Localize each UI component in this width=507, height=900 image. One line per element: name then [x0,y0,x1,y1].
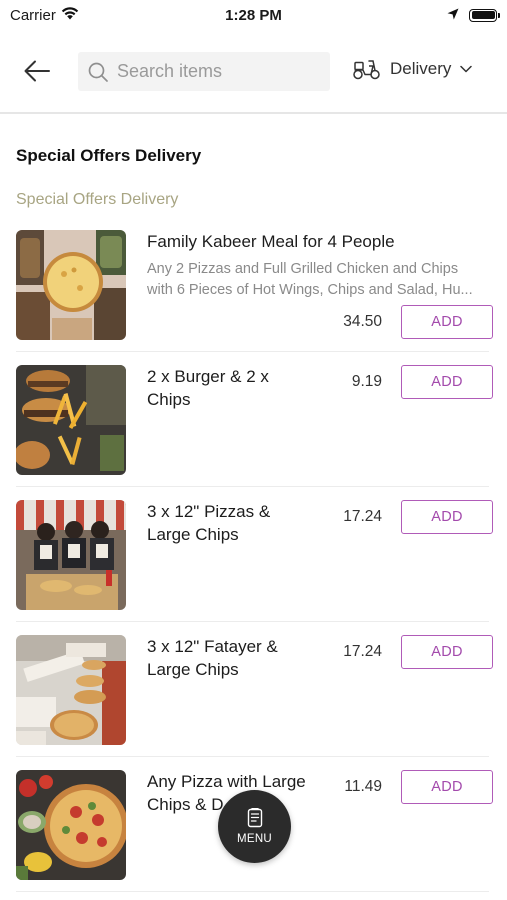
menu-item[interactable]: 3 x 12" Pizzas & Large Chips 17.24 ADD [0,487,507,622]
delivery-mode-label: Delivery [390,59,452,78]
item-photo [16,500,126,610]
add-button[interactable]: ADD [401,500,493,534]
carrier-label: Carrier [10,6,56,24]
status-right [327,7,500,24]
item-name: 2 x Burger & 2 x Chips [147,367,269,409]
item-photo [16,230,126,340]
menu-button[interactable]: MENU [218,790,291,863]
subsection-title: Special Offers Delivery [16,191,179,208]
search-icon [88,62,108,82]
status-time: 1:28 PM [225,6,282,24]
back-button[interactable] [22,57,52,85]
search-placeholder: Search items [117,61,223,81]
item-price: 9.19 [351,373,382,390]
item-photo [16,365,126,475]
menu-book-icon [247,808,262,828]
item-name: Family Kabeer Meal for 4 People [147,232,395,251]
add-button[interactable]: ADD [401,635,493,669]
delivery-mode-selector[interactable]: Delivery [352,58,473,80]
add-button[interactable]: ADD [401,365,493,399]
item-price: 17.24 [343,643,382,660]
menu-item[interactable]: 2 x Burger & 2 x Chips 9.19 ADD [0,352,507,487]
wifi-icon [61,6,79,24]
add-button[interactable]: ADD [401,305,493,339]
section-title: Special Offers Delivery [16,146,202,165]
chevron-down-icon [460,65,473,73]
status-left: Carrier [10,7,180,24]
item-name: 3 x 12" Pizzas & Large Chips [147,502,271,544]
menu-item[interactable]: Family Kabeer Meal for 4 People Any 2 Pi… [0,217,507,352]
search-input[interactable]: Search items [78,52,330,91]
item-photo [16,770,126,880]
menu-item[interactable]: 3 x 12" Fatayer & Large Chips 17.24 ADD [0,622,507,757]
menu-button-label: MENU [236,833,273,845]
battery-icon [469,8,500,22]
item-description: Any 2 Pizzas and Full Grilled Chicken an… [147,261,473,298]
divider [16,891,489,892]
item-price: 11.49 [344,778,382,795]
top-navigation-bar: Search items Delivery [0,30,507,114]
item-price: 34.50 [343,313,382,330]
scooter-icon [353,60,380,80]
item-price: 17.24 [343,508,382,525]
back-arrow-icon [24,60,50,82]
item-name: 3 x 12" Fatayer & Large Chips [147,637,278,679]
status-bar: Carrier 1:28 PM [0,0,507,30]
add-button[interactable]: ADD [401,770,493,804]
item-photo [16,635,126,745]
location-arrow-icon [447,7,459,24]
